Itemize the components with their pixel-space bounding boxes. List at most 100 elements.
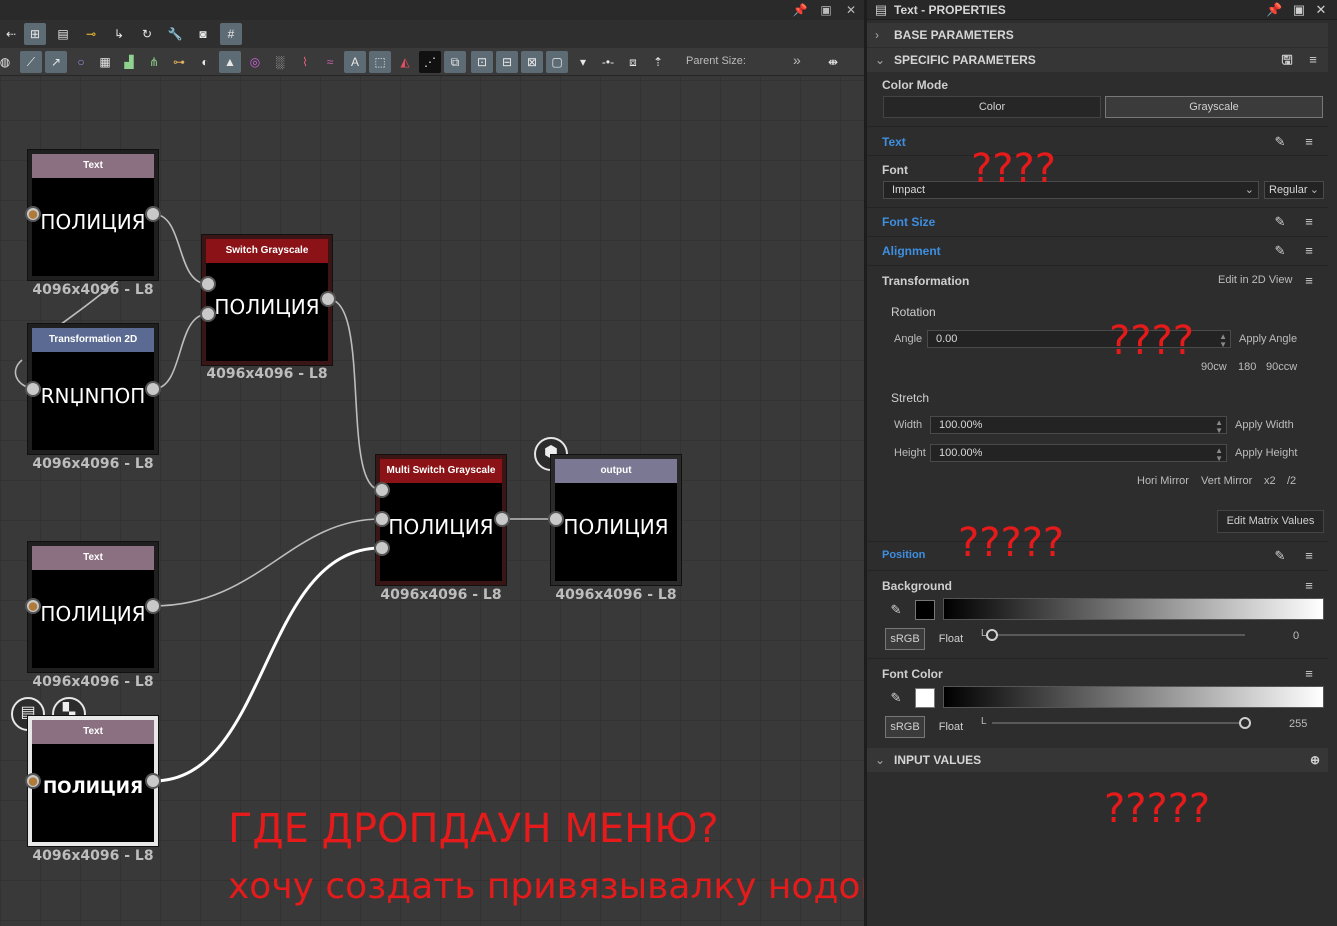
edit-in-2d-view-button[interactable]: Edit in 2D View <box>1218 274 1292 286</box>
wire-transform-to-switch <box>152 313 209 390</box>
rotate-90cw-button[interactable]: 90cw <box>1201 361 1227 373</box>
background-slider-knob[interactable] <box>986 629 998 641</box>
param-menu-icon[interactable]: ≡ <box>1301 578 1317 594</box>
param-menu-icon[interactable]: ≡ <box>1301 273 1317 289</box>
edit-param-icon[interactable]: ✎ <box>1272 134 1288 150</box>
annotation-headline: ГДЕ ДРОПДАУН МЕНЮ? <box>228 806 719 852</box>
input-port[interactable] <box>548 511 564 527</box>
position-param-label[interactable]: Position <box>882 549 925 561</box>
list-menu-icon[interactable]: ≡ <box>1305 52 1321 68</box>
node-preview-text: ПОЛИЦИЯ <box>388 515 494 539</box>
param-menu-icon[interactable]: ≡ <box>1301 548 1317 564</box>
param-menu-icon[interactable]: ≡ <box>1301 666 1317 682</box>
text-node-3[interactable]: Text ПОЛИЦИЯ <box>28 716 158 846</box>
background-value[interactable]: 0 <box>1293 630 1299 642</box>
node-title: Text <box>32 546 154 570</box>
input-port-2[interactable] <box>374 511 390 527</box>
edit-matrix-values-button[interactable]: Edit Matrix Values <box>1217 510 1324 533</box>
color-mode-grayscale-button[interactable]: Grayscale <box>1105 96 1323 118</box>
param-menu-icon[interactable]: ≡ <box>1301 214 1317 230</box>
add-icon[interactable]: ⊕ <box>1307 752 1323 768</box>
apply-width-button[interactable]: Apply Width <box>1235 419 1294 431</box>
eyedropper-icon[interactable]: ✎ <box>888 690 904 706</box>
switch-grayscale-node[interactable]: Switch Grayscale ПОЛИЦИЯ <box>202 235 332 365</box>
spin-arrows-icon[interactable]: ▲ ▼ <box>1215 447 1223 463</box>
hori-mirror-button[interactable]: Hori Mirror <box>1137 475 1189 487</box>
font-color-value[interactable]: 255 <box>1289 718 1307 730</box>
float-window-icon[interactable]: ▣ <box>1291 2 1307 18</box>
font-size-param-label[interactable]: Font Size <box>882 215 935 229</box>
spin-arrows-icon[interactable]: ▲ ▼ <box>1219 333 1227 349</box>
graph-view[interactable]: 📌 ▣ ✕ ⇠ ⊞ ▤ ⊸ ↳ ↻ 🔧 ◙ # ◍ ⟋ ↗ ○ ▦ ▟ ⋔ ⊶ … <box>0 0 864 926</box>
input-port[interactable] <box>25 206 41 222</box>
input-port[interactable] <box>25 381 41 397</box>
separator <box>867 207 1328 208</box>
output-node[interactable]: output ПОЛИЦИЯ <box>551 455 681 585</box>
edit-param-icon[interactable]: ✎ <box>1272 548 1288 564</box>
background-label: Background <box>882 579 953 593</box>
param-menu-icon[interactable]: ≡ <box>1301 243 1317 259</box>
scale-x2-button[interactable]: x2 <box>1264 475 1276 487</box>
rotate-90ccw-button[interactable]: 90ccw <box>1266 361 1297 373</box>
color-mode-color-button[interactable]: Color <box>883 96 1101 118</box>
param-menu-icon[interactable]: ≡ <box>1301 134 1317 150</box>
input-port[interactable] <box>25 598 41 614</box>
font-color-slider-knob[interactable] <box>1239 717 1251 729</box>
separator <box>867 570 1328 571</box>
base-parameters-section[interactable]: › BASE PARAMETERS <box>867 23 1328 47</box>
save-preset-icon[interactable]: 🖫 <box>1279 52 1295 68</box>
font-color-gray-ramp[interactable] <box>943 686 1324 708</box>
background-slider-track[interactable] <box>992 634 1245 636</box>
annotation-question-3: ????? <box>958 520 1065 566</box>
rotate-180-button[interactable]: 180 <box>1238 361 1256 373</box>
input-port[interactable] <box>25 773 41 789</box>
background-srgb-button[interactable]: sRGB <box>885 628 925 650</box>
chevron-right-icon: › <box>875 28 879 42</box>
background-color-swatch[interactable] <box>915 600 935 620</box>
edit-param-icon[interactable]: ✎ <box>1272 243 1288 259</box>
height-input[interactable]: 100.00% ▲ ▼ <box>930 444 1227 463</box>
background-float-button[interactable]: Float <box>931 628 971 650</box>
font-select[interactable]: Impact ⌄ <box>883 181 1259 199</box>
alignment-param-label[interactable]: Alignment <box>882 244 941 258</box>
edit-param-icon[interactable]: ✎ <box>1272 214 1288 230</box>
multi-switch-grayscale-node[interactable]: Multi Switch Grayscale ПОЛИЦИЯ <box>376 455 506 585</box>
input-port-1[interactable] <box>374 482 390 498</box>
node-resolution: 4096x4096 - L8 <box>32 282 154 298</box>
input-port-1[interactable] <box>200 276 216 292</box>
node-title: Text <box>32 154 154 178</box>
output-port[interactable] <box>145 598 161 614</box>
background-gray-ramp[interactable] <box>943 598 1324 620</box>
vert-mirror-button[interactable]: Vert Mirror <box>1201 475 1252 487</box>
font-color-srgb-button[interactable]: sRGB <box>885 716 925 738</box>
font-color-float-button[interactable]: Float <box>931 716 971 738</box>
input-values-section[interactable]: ⌄ INPUT VALUES ⊕ <box>867 748 1328 772</box>
transformation-2d-node[interactable]: Transformation 2D RNЏNΠOΠ <box>28 324 158 454</box>
output-port[interactable] <box>494 511 510 527</box>
specific-parameters-section[interactable]: ⌄ SPECIFIC PARAMETERS 🖫 ≡ <box>867 48 1328 72</box>
output-port[interactable] <box>320 291 336 307</box>
close-icon[interactable]: ✕ <box>1313 2 1329 18</box>
width-value: 100.00% <box>939 419 983 431</box>
font-color-slider-track[interactable] <box>992 722 1245 724</box>
text-node-1[interactable]: Text ПОЛИЦИЯ <box>28 150 158 280</box>
text-param-label[interactable]: Text <box>882 135 906 149</box>
node-title: Transformation 2D <box>32 328 154 352</box>
output-port[interactable] <box>145 206 161 222</box>
font-color-swatch[interactable] <box>915 688 935 708</box>
text-node-2[interactable]: Text ПОЛИЦИЯ <box>28 542 158 672</box>
scale-half-button[interactable]: /2 <box>1287 475 1296 487</box>
input-port-2[interactable] <box>200 306 216 322</box>
input-port-3[interactable] <box>374 540 390 556</box>
rotation-label: Rotation <box>891 305 936 319</box>
pin-icon[interactable]: 📌 <box>1266 2 1282 18</box>
width-input[interactable]: 100.00% ▲ ▼ <box>930 416 1227 435</box>
output-port[interactable] <box>145 773 161 789</box>
font-style-select[interactable]: Regular ⌄ <box>1264 181 1324 199</box>
apply-angle-button[interactable]: Apply Angle <box>1239 333 1297 345</box>
font-value: Impact <box>892 184 926 196</box>
output-port[interactable] <box>145 381 161 397</box>
apply-height-button[interactable]: Apply Height <box>1235 447 1297 459</box>
spin-arrows-icon[interactable]: ▲ ▼ <box>1215 419 1223 435</box>
eyedropper-icon[interactable]: ✎ <box>888 602 904 618</box>
